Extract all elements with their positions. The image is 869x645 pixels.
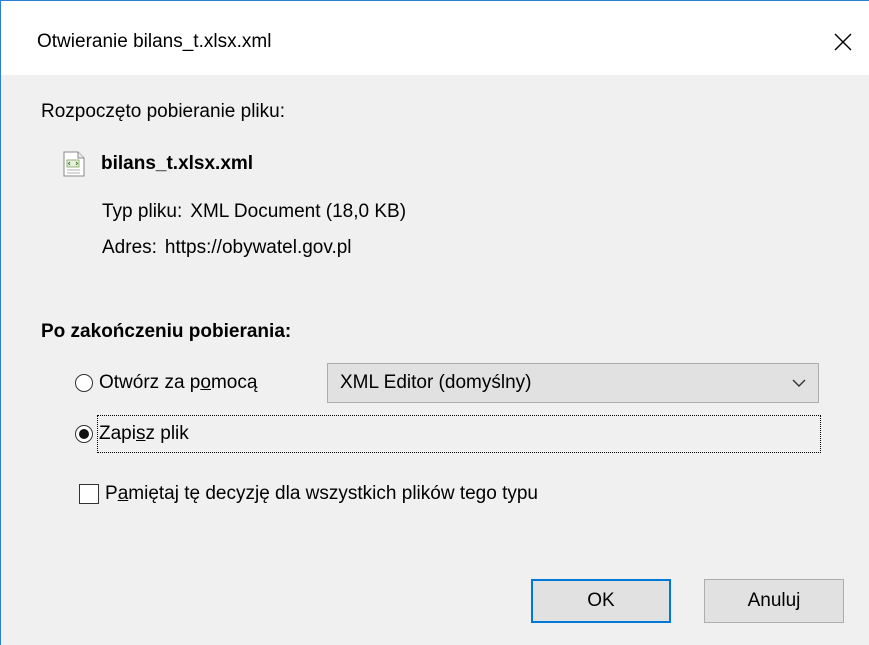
xml-file-icon: [63, 151, 85, 177]
open-with-radio[interactable]: [75, 374, 93, 392]
download-dialog: Otwieranie bilans_t.xlsx.xml Rozpoczęto …: [0, 0, 869, 645]
open-with-app-value: XML Editor (domyślny): [340, 372, 532, 393]
file-type-value: XML Document (18,0 KB): [190, 201, 407, 222]
open-with-label: Otwórz za pomocą: [99, 372, 258, 393]
ok-button[interactable]: OK: [531, 579, 671, 623]
file-type-label: Typ pliku:: [102, 201, 183, 222]
dialog-body: Rozpoczęto pobieranie pliku: bilans_t.xl…: [1, 75, 869, 645]
after-download-label: Po zakończeniu pobierania:: [41, 321, 292, 342]
download-started-label: Rozpoczęto pobieranie pliku:: [41, 101, 285, 122]
close-button[interactable]: [817, 19, 869, 65]
file-address-label: Adres:: [102, 237, 157, 258]
cancel-button[interactable]: Anuluj: [704, 579, 844, 623]
title-bar[interactable]: Otwieranie bilans_t.xlsx.xml: [1, 1, 869, 75]
chevron-down-icon: [792, 379, 806, 387]
close-icon: [834, 33, 852, 51]
remember-decision-label: Pamiętaj tę decyzję dla wszystkich plikó…: [105, 483, 538, 504]
file-address-row: Adres: https://obywatel.gov.pl: [102, 237, 352, 259]
remember-decision-checkbox[interactable]: [79, 484, 99, 504]
focus-rectangle: [97, 415, 821, 453]
remember-decision-option[interactable]: Pamiętaj tę decyzję dla wszystkich plikó…: [79, 474, 538, 514]
window-title: Otwieranie bilans_t.xlsx.xml: [37, 31, 272, 52]
open-with-app-select[interactable]: XML Editor (domyślny): [327, 363, 819, 403]
radio-selected-dot: [79, 429, 89, 439]
file-name: bilans_t.xlsx.xml: [101, 153, 254, 174]
save-file-radio[interactable]: [75, 425, 93, 443]
file-type-row: Typ pliku: XML Document (18,0 KB): [102, 201, 406, 223]
file-address-value: https://obywatel.gov.pl: [164, 237, 352, 258]
open-with-radio-option[interactable]: Otwórz za pomocą: [75, 363, 257, 403]
